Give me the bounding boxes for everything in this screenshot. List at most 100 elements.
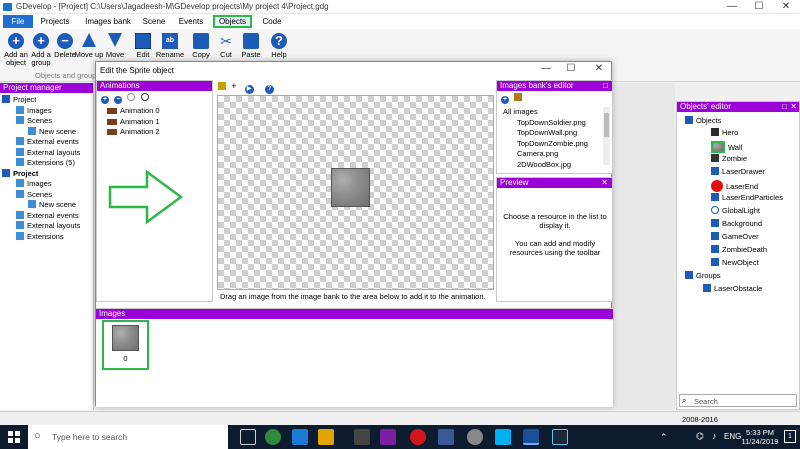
close-button[interactable]: ✕: [776, 1, 796, 12]
image-item[interactable]: Camera.png: [503, 149, 603, 160]
sprite-canvas[interactable]: [217, 95, 494, 290]
maximize-button[interactable]: ☐: [749, 1, 769, 12]
close-icon[interactable]: ✕: [601, 178, 608, 188]
help-icon[interactable]: ?: [264, 85, 274, 94]
volume-icon[interactable]: ♪: [712, 431, 717, 441]
tree-item-images[interactable]: Images: [2, 179, 93, 190]
menu-objects[interactable]: Objects: [213, 15, 252, 28]
menu-events[interactable]: Events: [175, 15, 207, 28]
taskbar-search-input[interactable]: ○ Type here to search: [28, 425, 228, 449]
scrollbar-thumb[interactable]: [604, 113, 609, 137]
network-icon[interactable]: ⌬: [696, 431, 704, 442]
edit-button[interactable]: Edit: [128, 31, 158, 59]
move-down-button[interactable]: Move: [100, 31, 130, 59]
object-item[interactable]: Zombie: [681, 154, 799, 167]
facebook-icon[interactable]: [438, 429, 454, 445]
tree-item-label: External events: [27, 137, 79, 146]
pin-icon[interactable]: □: [603, 81, 608, 91]
steam-icon[interactable]: [552, 429, 568, 445]
search-input[interactable]: ⌕ Search: [679, 394, 797, 407]
tree-item-external-layouts[interactable]: External layouts: [2, 221, 93, 232]
object-item[interactable]: Hero: [681, 128, 799, 141]
menu-file[interactable]: File: [3, 15, 33, 28]
minimize-button[interactable]: —: [722, 1, 742, 12]
object-item[interactable]: NewObject: [681, 258, 799, 271]
tree-item-label: External layouts: [27, 221, 81, 230]
image-thumbnail[interactable]: 0: [102, 320, 149, 370]
object-label: Zombie: [722, 154, 748, 163]
tree-item-extensions[interactable]: Extensions: [2, 231, 93, 243]
paste-button[interactable]: Paste: [236, 31, 266, 59]
tree-item-new-scene[interactable]: New scene: [2, 126, 93, 138]
animation-item[interactable]: Animation 2: [107, 127, 160, 138]
app-icon[interactable]: [380, 429, 396, 445]
group-item[interactable]: LaserObstacle: [681, 284, 799, 297]
skype-icon[interactable]: [495, 429, 511, 445]
object-item[interactable]: LaserEndParticles: [681, 193, 799, 206]
gdevelop-taskbar-icon[interactable]: [523, 429, 539, 445]
image-item[interactable]: TopDownSoldier.png: [503, 118, 603, 129]
chrome-icon[interactable]: [265, 429, 281, 445]
settings-icon[interactable]: [467, 429, 483, 445]
object-item[interactable]: ZombieDeath: [681, 245, 799, 258]
clock[interactable]: 5:33 PM 11/24/2019: [740, 428, 780, 446]
clock-icon[interactable]: [140, 93, 149, 101]
add-image-icon[interactable]: +: [501, 96, 509, 104]
object-item[interactable]: LaserDrawer: [681, 167, 799, 180]
menu-scene[interactable]: Scene: [140, 15, 168, 28]
object-item[interactable]: GlobalLight: [681, 206, 799, 219]
tree-item-images[interactable]: Images: [2, 105, 93, 117]
animations-toolbar: + −: [101, 93, 152, 104]
tree-item-external-layouts[interactable]: External layouts: [2, 147, 93, 159]
tree-item-groups[interactable]: Groups: [681, 271, 799, 284]
task-view-icon[interactable]: [240, 429, 256, 445]
help-button[interactable]: ? Help: [264, 31, 294, 59]
windows-start-icon[interactable]: [8, 431, 20, 443]
tree-item-project[interactable]: Project: [2, 95, 93, 106]
rename-button[interactable]: ab Rename: [155, 31, 185, 59]
animation-item[interactable]: Animation 0: [107, 106, 160, 117]
tree-item-scenes[interactable]: Scenes: [2, 189, 93, 201]
store-icon[interactable]: [354, 429, 370, 445]
tree-item-objects-root[interactable]: Objects: [681, 116, 799, 128]
animation-item[interactable]: Animation 1: [107, 117, 160, 128]
add-animation-icon[interactable]: +: [101, 96, 109, 104]
file-explorer-icon[interactable]: [318, 429, 334, 445]
images-root[interactable]: All images: [503, 107, 603, 118]
image-item[interactable]: TopDownWall.png: [503, 128, 603, 139]
opera-icon[interactable]: [410, 429, 426, 445]
pin-icon[interactable]: □: [782, 102, 787, 112]
object-item[interactable]: Background: [681, 219, 799, 232]
images-strip-header: Images: [96, 309, 613, 319]
close-icon[interactable]: ✕: [790, 102, 797, 112]
tree-item-external-events[interactable]: External events: [2, 137, 93, 148]
object-item[interactable]: LaserEnd: [681, 180, 799, 193]
origin-icon[interactable]: +: [231, 81, 236, 91]
remove-animation-icon[interactable]: −: [114, 96, 123, 104]
grid-icon[interactable]: [218, 82, 226, 90]
tree-item-project[interactable]: Project: [2, 168, 93, 180]
edge-icon[interactable]: [292, 429, 308, 445]
image-item[interactable]: 2DWoodBox.jpg: [503, 160, 603, 171]
object-item-wall[interactable]: Wall: [681, 141, 799, 154]
image-item-label: TopDownSoldier.png: [517, 117, 586, 127]
menu-code[interactable]: Code: [258, 15, 286, 28]
dialog-close-button[interactable]: ✕: [589, 63, 609, 74]
object-item[interactable]: GameOver: [681, 232, 799, 245]
tree-item-extensions[interactable]: Extensions (5): [2, 158, 93, 169]
tree-item-external-events[interactable]: External events: [2, 210, 93, 222]
language-indicator[interactable]: ENG: [724, 432, 741, 441]
play-icon[interactable]: ▶: [244, 85, 254, 94]
menu-projects[interactable]: Projects: [37, 15, 73, 28]
dialog-minimize-button[interactable]: —: [536, 63, 556, 74]
notifications-icon[interactable]: 1: [784, 430, 796, 443]
tree-item-scenes[interactable]: Scenes: [2, 116, 93, 127]
tree-item-new-scene[interactable]: New scene: [2, 200, 93, 211]
images-bank-scrollbar[interactable]: [603, 107, 610, 165]
folder-icon[interactable]: [514, 93, 523, 101]
dialog-maximize-button[interactable]: ☐: [561, 63, 581, 74]
settings-icon[interactable]: [127, 93, 136, 101]
image-item[interactable]: TopDownZombie.png: [503, 139, 603, 150]
tray-chevron-icon[interactable]: ⌃: [660, 432, 668, 443]
menu-images-bank[interactable]: Images bank: [80, 15, 136, 28]
